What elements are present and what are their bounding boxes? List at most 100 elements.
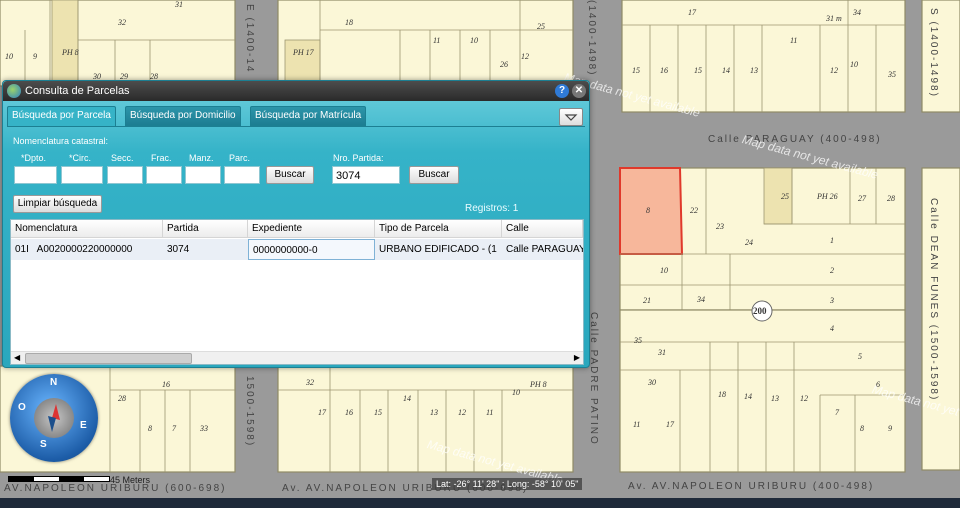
parcel-number: 16 xyxy=(162,380,170,389)
parcel-number: 31 xyxy=(175,0,183,9)
parcel-number: 1 xyxy=(830,236,834,245)
compass-north[interactable]: N xyxy=(50,377,57,388)
parcel-number: 33 xyxy=(200,424,208,433)
compass-navigator[interactable]: N S E O xyxy=(10,374,98,462)
parcel-number: 3 xyxy=(830,296,834,305)
parcel-number: 18 xyxy=(345,18,353,27)
parcel-number: 32 xyxy=(306,378,314,387)
parcel-number: 10 xyxy=(850,60,858,69)
parcel-number: 12 xyxy=(458,408,466,417)
parcel-number: PH 17 xyxy=(293,48,314,57)
col-header-partida[interactable]: Partida xyxy=(163,220,248,238)
app-globe-icon xyxy=(7,84,21,98)
compass-west[interactable]: O xyxy=(18,402,26,413)
col-header-calle[interactable]: Calle xyxy=(502,220,583,238)
col-header-nomenclatura[interactable]: Nomenclatura xyxy=(11,220,163,238)
compass-east[interactable]: E xyxy=(80,420,87,431)
parcel-number: 23 xyxy=(716,222,724,231)
cell-calle[interactable]: Calle PARAGUAY xyxy=(502,239,583,260)
parcel-number: 26 xyxy=(500,60,508,69)
parcel-number: 16 xyxy=(345,408,353,417)
dpto-field[interactable] xyxy=(14,166,57,184)
parc-field[interactable] xyxy=(224,166,260,184)
parcel-number: 7 xyxy=(172,424,176,433)
parcel-number: 8 xyxy=(860,424,864,433)
manz-field[interactable] xyxy=(185,166,221,184)
nro-partida-field[interactable]: 3074 xyxy=(332,166,400,184)
compass-icon xyxy=(34,398,74,438)
parcel-number: 14 xyxy=(722,66,730,75)
parcel-number: 13 xyxy=(750,66,758,75)
parcel-number: 5 xyxy=(858,352,862,361)
cell-expediente[interactable]: 0000000000-0 xyxy=(248,239,375,260)
parcel-number: 22 xyxy=(690,206,698,215)
col-header-tipo-parcela[interactable]: Tipo de Parcela xyxy=(375,220,502,238)
nomenclatura-label: Nomenclatura catastral: xyxy=(13,136,109,146)
tab-busqueda-matricula[interactable]: Búsqueda por Matrícula xyxy=(250,106,367,126)
parcel-number: PH 8 xyxy=(62,48,79,57)
parcel-number: 15 xyxy=(632,66,640,75)
circ-label: *Circ. xyxy=(69,153,91,163)
parcel-number: 28 xyxy=(118,394,126,403)
parcel-number: 12 xyxy=(830,66,838,75)
parcel-number: 8 xyxy=(148,424,152,433)
collapse-button[interactable] xyxy=(559,108,583,126)
parcel-number: 4 xyxy=(830,324,834,333)
consulta-parcelas-dialog: Consulta de Parcelas ? ✕ Búsqueda por Pa… xyxy=(2,80,590,368)
parcel-number: 32 xyxy=(118,18,126,27)
help-icon[interactable]: ? xyxy=(555,84,569,98)
close-icon[interactable]: ✕ xyxy=(572,84,586,98)
parcel-number: 7 xyxy=(835,408,839,417)
coordinates-readout: Lat: -26° 11' 28" ; Long: -58° 10' 05" xyxy=(432,478,583,490)
street-label-col-1500: 1500-1598) xyxy=(244,376,255,448)
tab-busqueda-parcela[interactable]: Búsqueda por Parcela xyxy=(7,106,116,127)
compass-south[interactable]: S xyxy=(40,439,47,450)
street-label-dean-funes-top: S (1400-1498) xyxy=(928,8,939,98)
scroll-right-icon[interactable]: ▶ xyxy=(574,353,580,362)
street-label-col-1400-b: (1400-1498) xyxy=(586,0,597,77)
parcel-number: 11 xyxy=(433,36,441,45)
scroll-left-icon[interactable]: ◀ xyxy=(14,353,20,362)
tab-busqueda-domicilio[interactable]: Búsqueda por Domicilio xyxy=(125,106,241,126)
street-label-col-1400-a: E (1400-14 xyxy=(244,4,255,74)
parcel-number: 10 xyxy=(660,266,668,275)
scroll-thumb[interactable] xyxy=(25,353,192,364)
dpto-label: *Dpto. xyxy=(21,153,47,163)
parcel-number: PH 26 xyxy=(817,192,838,201)
parcel-number: 31 m xyxy=(826,14,842,23)
manz-label: Manz. xyxy=(189,153,214,163)
buscar-partida-button[interactable]: Buscar xyxy=(409,166,459,184)
horizontal-scrollbar[interactable]: ◀ ▶ xyxy=(11,351,583,364)
nro-partida-label: Nro. Partida: xyxy=(333,153,384,163)
parcel-number: 11 xyxy=(790,36,798,45)
cell-nomenclatura[interactable]: 01I A0020000220000000 xyxy=(11,239,163,260)
frac-label: Frac. xyxy=(151,153,172,163)
parcel-number: 27 xyxy=(858,194,866,203)
cell-partida[interactable]: 3074 xyxy=(163,239,248,260)
parcel-number: 14 xyxy=(744,392,752,401)
frac-field[interactable] xyxy=(146,166,182,184)
circ-field[interactable] xyxy=(61,166,103,184)
parcel-number: 13 xyxy=(430,408,438,417)
col-header-expediente[interactable]: Expediente xyxy=(248,220,375,238)
buscar-nomenclatura-button[interactable]: Buscar xyxy=(266,166,314,184)
cell-tipo-parcela[interactable]: URBANO EDIFICADO - (1 xyxy=(375,239,502,260)
secc-field[interactable] xyxy=(107,166,143,184)
parcel-number: 14 xyxy=(403,394,411,403)
dialog-titlebar[interactable]: Consulta de Parcelas ? ✕ xyxy=(3,81,589,101)
parcel-number: 2 xyxy=(830,266,834,275)
limpiar-busqueda-button[interactable]: Limpiar búsqueda xyxy=(13,195,102,213)
street-label-paraguay: Calle PARAGUAY (400-498) xyxy=(708,134,882,145)
parcel-number: 17 xyxy=(318,408,326,417)
parcel-number: 9 xyxy=(888,424,892,433)
parcel-number: 15 xyxy=(374,408,382,417)
secc-label: Secc. xyxy=(111,153,134,163)
parcel-number: 18 xyxy=(718,390,726,399)
results-grid: Nomenclatura Partida Expediente Tipo de … xyxy=(10,219,584,365)
parcel-number: 25 xyxy=(537,22,545,31)
dialog-title: Consulta de Parcelas xyxy=(25,85,130,97)
parcel-number: 10 xyxy=(5,52,13,61)
parcel-number: 13 xyxy=(771,394,779,403)
tab-underline xyxy=(7,126,585,127)
parcel-number: 17 xyxy=(666,420,674,429)
